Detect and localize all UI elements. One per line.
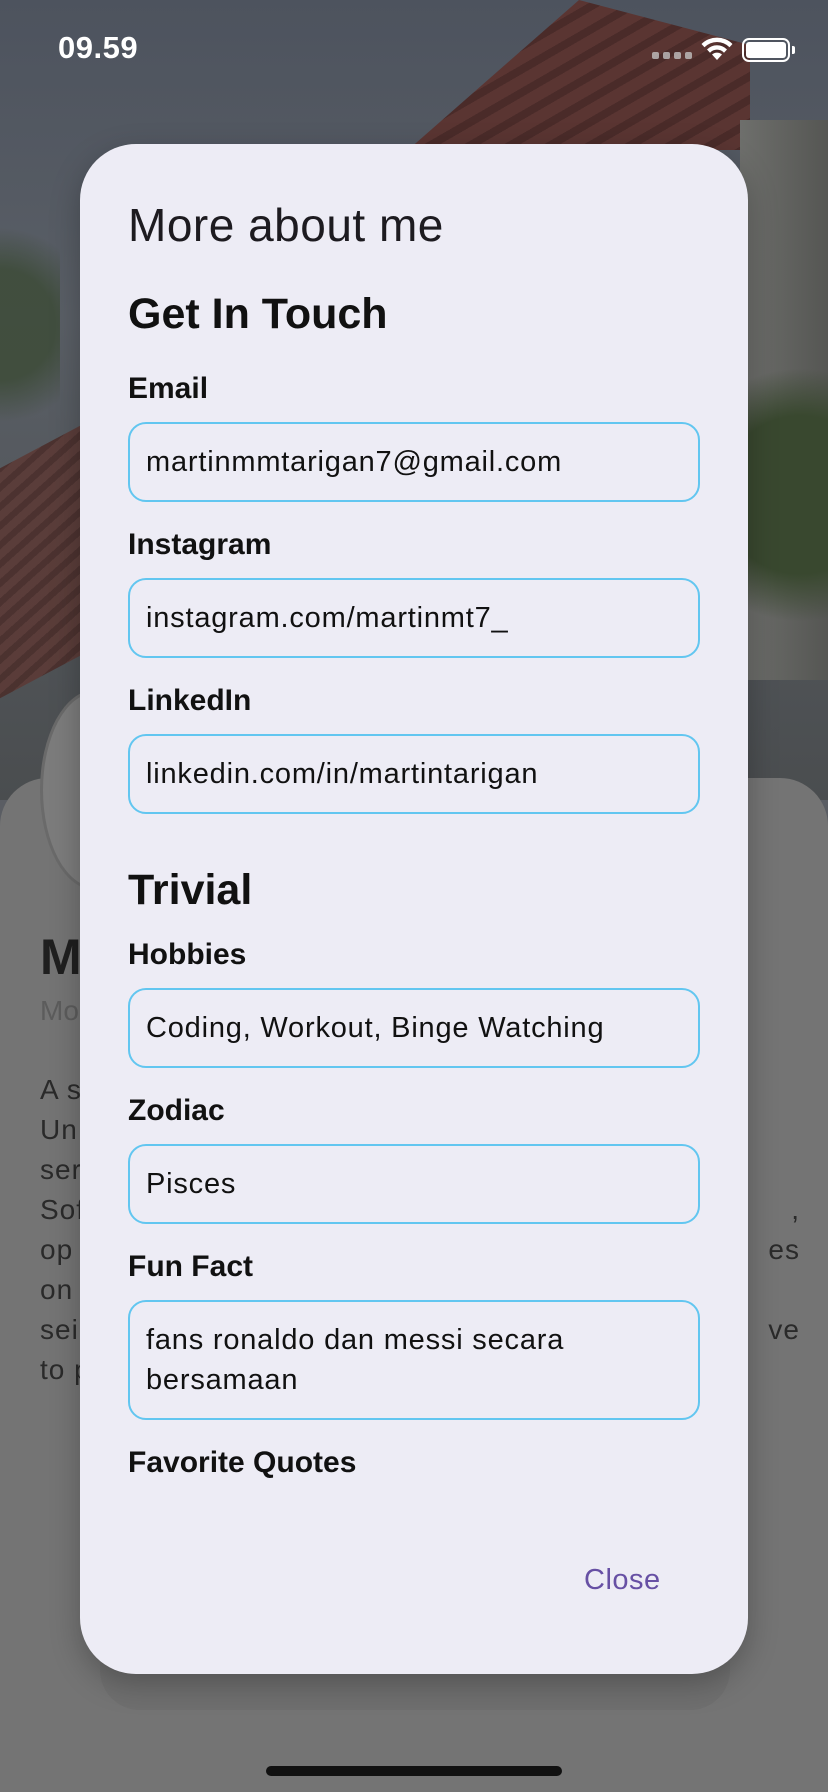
zodiac-label: Zodiac [128,1094,225,1127]
linkedin-field[interactable]: linkedin.com/in/martintarigan [128,734,700,814]
profile-subtitle: Mo [40,995,79,1026]
email-field[interactable]: martinmmtarigan7@gmail.com [128,422,700,502]
instagram-field[interactable]: instagram.com/martinmt7_ [128,578,700,658]
instagram-label: Instagram [128,528,272,561]
status-time: 09.59 [58,30,139,65]
more-about-me-dialog: More about me Get In Touch Email martinm… [80,144,748,1674]
profile-name: M [40,929,82,985]
trivial-heading: Trivial [128,866,253,914]
hobbies-field[interactable]: Coding, Workout, Binge Watching [128,988,700,1068]
hobbies-label: Hobbies [128,938,247,971]
email-label: Email [128,372,209,405]
dialog-title: More about me [128,199,444,251]
linkedin-label: LinkedIn [128,684,252,717]
home-indicator[interactable] [266,1766,562,1776]
fun-fact-field[interactable]: fans ronaldo dan messi secara bersamaan [128,1300,700,1420]
cellular-signal-icon [652,52,692,59]
wifi-icon [701,37,733,60]
battery-icon [742,38,795,62]
status-bar: 09.59 [0,0,828,100]
get-in-touch-heading: Get In Touch [128,290,388,338]
zodiac-field[interactable]: Pisces [128,1144,700,1224]
fun-fact-label: Fun Fact [128,1250,253,1283]
favorite-quotes-label: Favorite Quotes [128,1446,357,1479]
close-button[interactable]: Close [584,1564,661,1597]
